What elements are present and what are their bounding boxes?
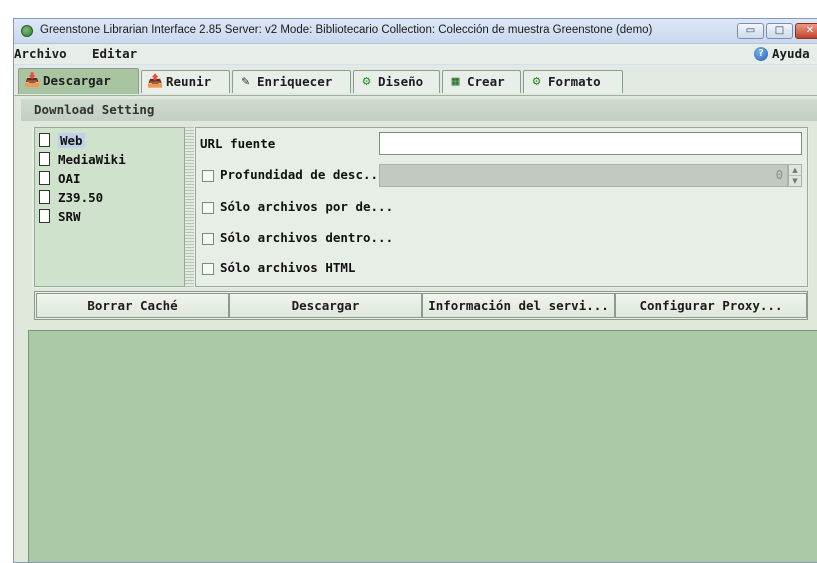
protocol-label: Z39.50 [58,190,104,205]
document-icon [39,209,50,223]
document-icon [39,133,50,147]
protocol-item-z3950[interactable]: Z39.50 [39,188,103,207]
protocol-item-oai[interactable]: OAI [39,169,81,188]
greenstone-app-icon [21,25,33,37]
url-label: URL fuente [200,136,276,151]
download-pane: Download Setting Web MediaWiki OAI Z39.5 [14,96,817,562]
panel-splitter[interactable] [185,127,194,287]
document-icon [39,171,50,185]
enrich-icon: ✎ [241,74,250,89]
download-icon: 📥 [24,73,41,88]
option-checkbox[interactable] [202,202,214,214]
download-options-form: URL fuente Profundidad de desc... 0 ▲ ▼ … [195,127,808,287]
tab-descargar[interactable]: 📥 Descargar [18,68,139,94]
gear-icon: ⚙ [362,74,371,89]
url-input[interactable] [379,132,802,155]
document-icon [39,152,50,166]
option-checkbox[interactable] [202,233,214,245]
protocol-label: OAI [58,171,81,186]
maximize-button[interactable]: □ [766,23,793,39]
gear-icon: ⚙ [532,74,541,89]
depth-checkbox[interactable] [202,170,214,182]
close-button[interactable]: ✕ [795,23,817,39]
tab-label: Reunir [166,74,212,89]
tab-label: Crear [467,74,505,89]
title-bar[interactable]: Greenstone Librarian Interface 2.85 Serv… [14,19,817,44]
download-button[interactable]: Descargar [229,293,422,318]
protocol-label: Web [58,133,85,148]
menu-ayuda[interactable]: Ayuda [772,46,810,61]
depth-stepper[interactable]: ▲ ▼ [788,164,802,187]
menu-bar: Archivo Editar ? Ayuda [14,44,817,64]
tab-enriquecer[interactable]: ✎ Enriquecer [232,70,351,93]
option-label: Sólo archivos por de... [220,199,394,214]
depth-label: Profundidad de desc... [220,167,386,182]
tab-diseno[interactable]: ⚙ Diseño [353,70,440,93]
window-title: Greenstone Librarian Interface 2.85 Serv… [40,24,653,36]
option-checkbox[interactable] [202,263,214,275]
protocol-item-mediawiki[interactable]: MediaWiki [39,150,126,169]
depth-field[interactable]: 0 [379,164,788,187]
protocol-list: Web MediaWiki OAI Z39.50 SRW [34,127,185,287]
tab-label: Formato [548,74,601,89]
gather-icon: 📤 [147,74,164,89]
protocol-label: MediaWiki [58,152,126,167]
tab-label: Descargar [43,73,111,88]
option-label: Sólo archivos HTML [220,260,356,275]
menu-archivo[interactable]: Archivo [14,46,67,61]
tab-formato[interactable]: ⚙ Formato [523,70,623,93]
download-progress-area [28,330,817,562]
tab-label: Enriquecer [257,74,333,89]
clear-cache-button[interactable]: Borrar Caché [36,293,229,318]
protocol-item-srw[interactable]: SRW [39,207,81,226]
section-title: Download Setting [21,99,817,121]
stepper-down-icon[interactable]: ▼ [789,176,801,186]
download-settings-panel: Web MediaWiki OAI Z39.50 SRW URL fuente … [32,127,809,288]
build-icon: ▦ [451,74,460,89]
tab-label: Diseño [378,74,424,89]
document-icon [39,190,50,204]
stepper-up-icon[interactable]: ▲ [789,165,801,176]
protocol-label: SRW [58,209,81,224]
protocol-item-web[interactable]: Web [39,131,85,150]
help-icon[interactable]: ? [754,47,768,61]
option-label: Sólo archivos dentro... [220,230,394,245]
server-info-button[interactable]: Información del servi... [422,293,615,318]
tab-strip: 📥 Descargar 📤 Reunir ✎ Enriquecer ⚙ Dise… [14,65,817,96]
app-window: Greenstone Librarian Interface 2.85 Serv… [13,18,817,563]
minimize-button[interactable]: ▭ [737,23,764,39]
tab-reunir[interactable]: 📤 Reunir [141,70,230,93]
menu-editar[interactable]: Editar [92,46,137,61]
tab-crear[interactable]: ▦ Crear [442,70,521,93]
action-button-row: Borrar Caché Descargar Información del s… [34,291,808,320]
configure-proxy-button[interactable]: Configurar Proxy... [615,293,807,318]
